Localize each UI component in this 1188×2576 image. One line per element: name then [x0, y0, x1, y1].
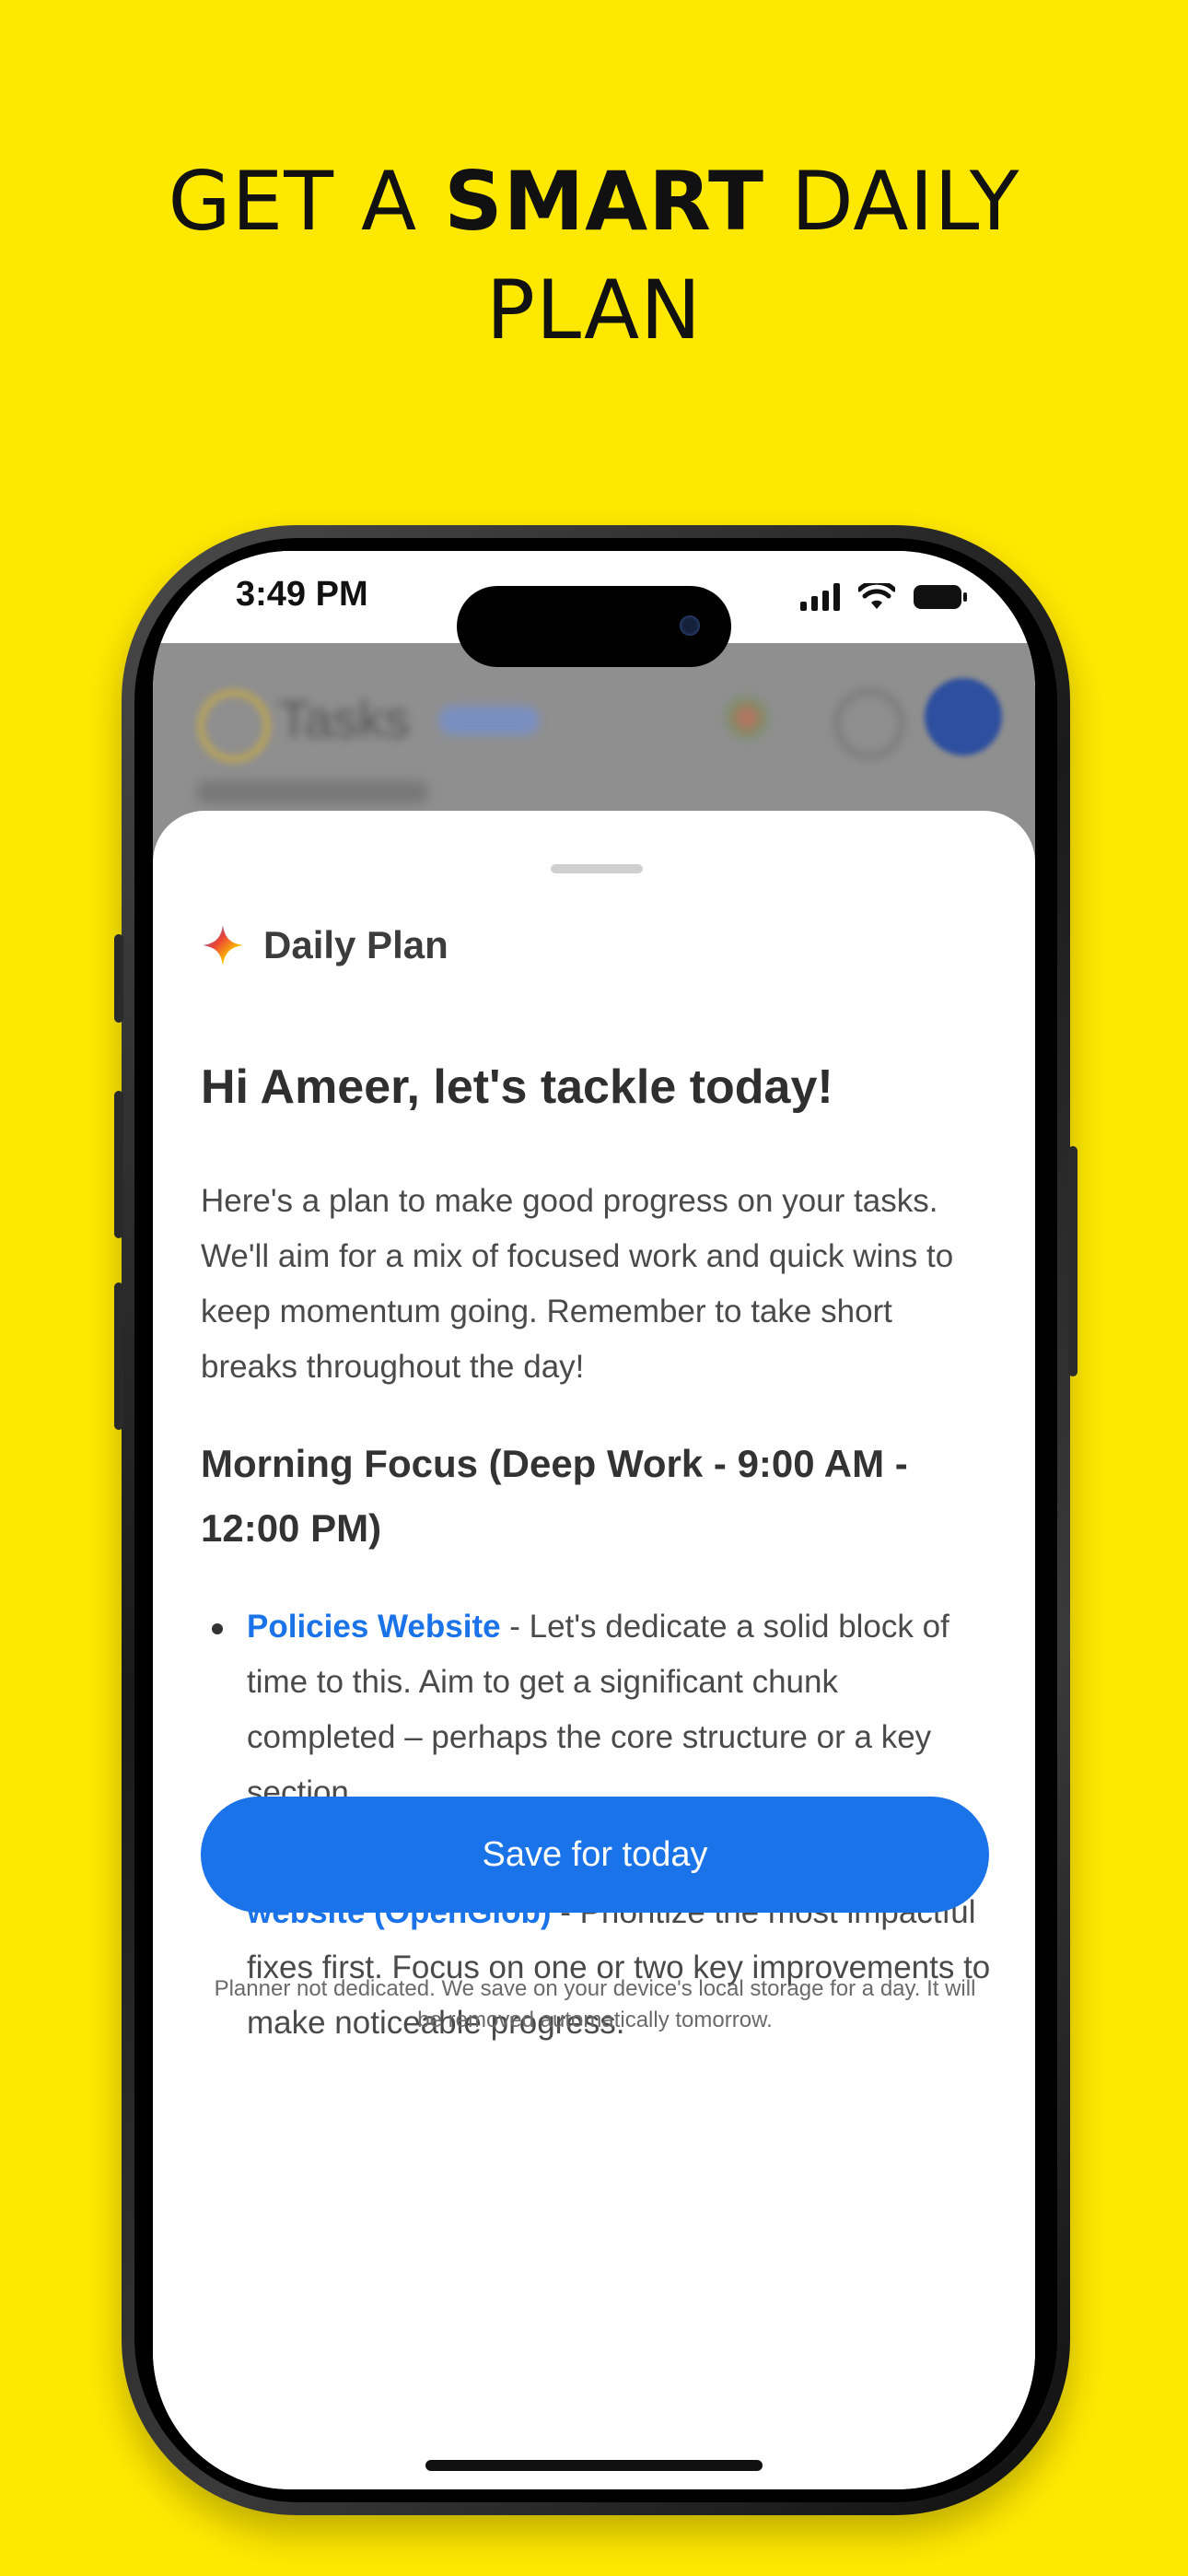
phone-screen: 3:49 PM Tasks Daily Plan Hi Ameer, let's… [153, 551, 1035, 2489]
help-icon [834, 689, 904, 759]
sparkle-icon [724, 695, 770, 741]
task-link[interactable]: Policies Website [247, 1609, 501, 1645]
footer-note: Planner not dedicated. We save on your d… [214, 1976, 976, 2032]
status-time: 3:49 PM [236, 575, 368, 614]
save-for-today-button[interactable]: Save for today [201, 1797, 989, 1913]
avatar [925, 678, 1002, 755]
cellular-signal-icon [800, 583, 840, 611]
app-logo-icon [197, 689, 271, 763]
list-item: Policies Website - Let's dedicate a soli… [201, 1599, 993, 1821]
greeting-heading: Hi Ameer, let's tackle today! [201, 1060, 833, 1114]
phone-volume-up-button [114, 1091, 123, 1238]
wifi-icon [858, 583, 895, 609]
dynamic-island [457, 586, 731, 667]
headline-line-2: PLAN [485, 263, 703, 357]
battery-icon [914, 585, 967, 609]
headline-line-1: GET A SMART DAILY [0, 147, 1188, 256]
camera-icon [680, 615, 700, 636]
background-subtitle [197, 781, 427, 803]
plan-intro-text: Here's a plan to make good progress on y… [201, 1183, 954, 1385]
section-title: Morning Focus (Deep Work - 9:00 AM - 12:… [201, 1442, 908, 1550]
phone-volume-down-button [114, 1282, 123, 1430]
sheet-drag-handle[interactable] [551, 864, 643, 873]
headline-text: GET A [168, 154, 445, 249]
headline: GET A SMART DAILY PLAN [0, 147, 1188, 365]
phone-action-button [114, 934, 123, 1023]
phone-power-button [1068, 1146, 1077, 1376]
status-icons [800, 579, 967, 615]
home-indicator[interactable] [425, 2460, 763, 2471]
headline-bold-text: SMART [444, 154, 765, 249]
sheet-header-label: Daily Plan [263, 923, 448, 966]
headline-text: DAILY [764, 154, 1020, 249]
gemini-sparkle-icon [203, 925, 243, 966]
background-app-title: Tasks [278, 690, 411, 748]
background-badge [438, 706, 540, 735]
sheet-header: Daily Plan [201, 923, 448, 967]
daily-plan-sheet: Daily Plan Hi Ameer, let's tackle today!… [153, 811, 1035, 2489]
